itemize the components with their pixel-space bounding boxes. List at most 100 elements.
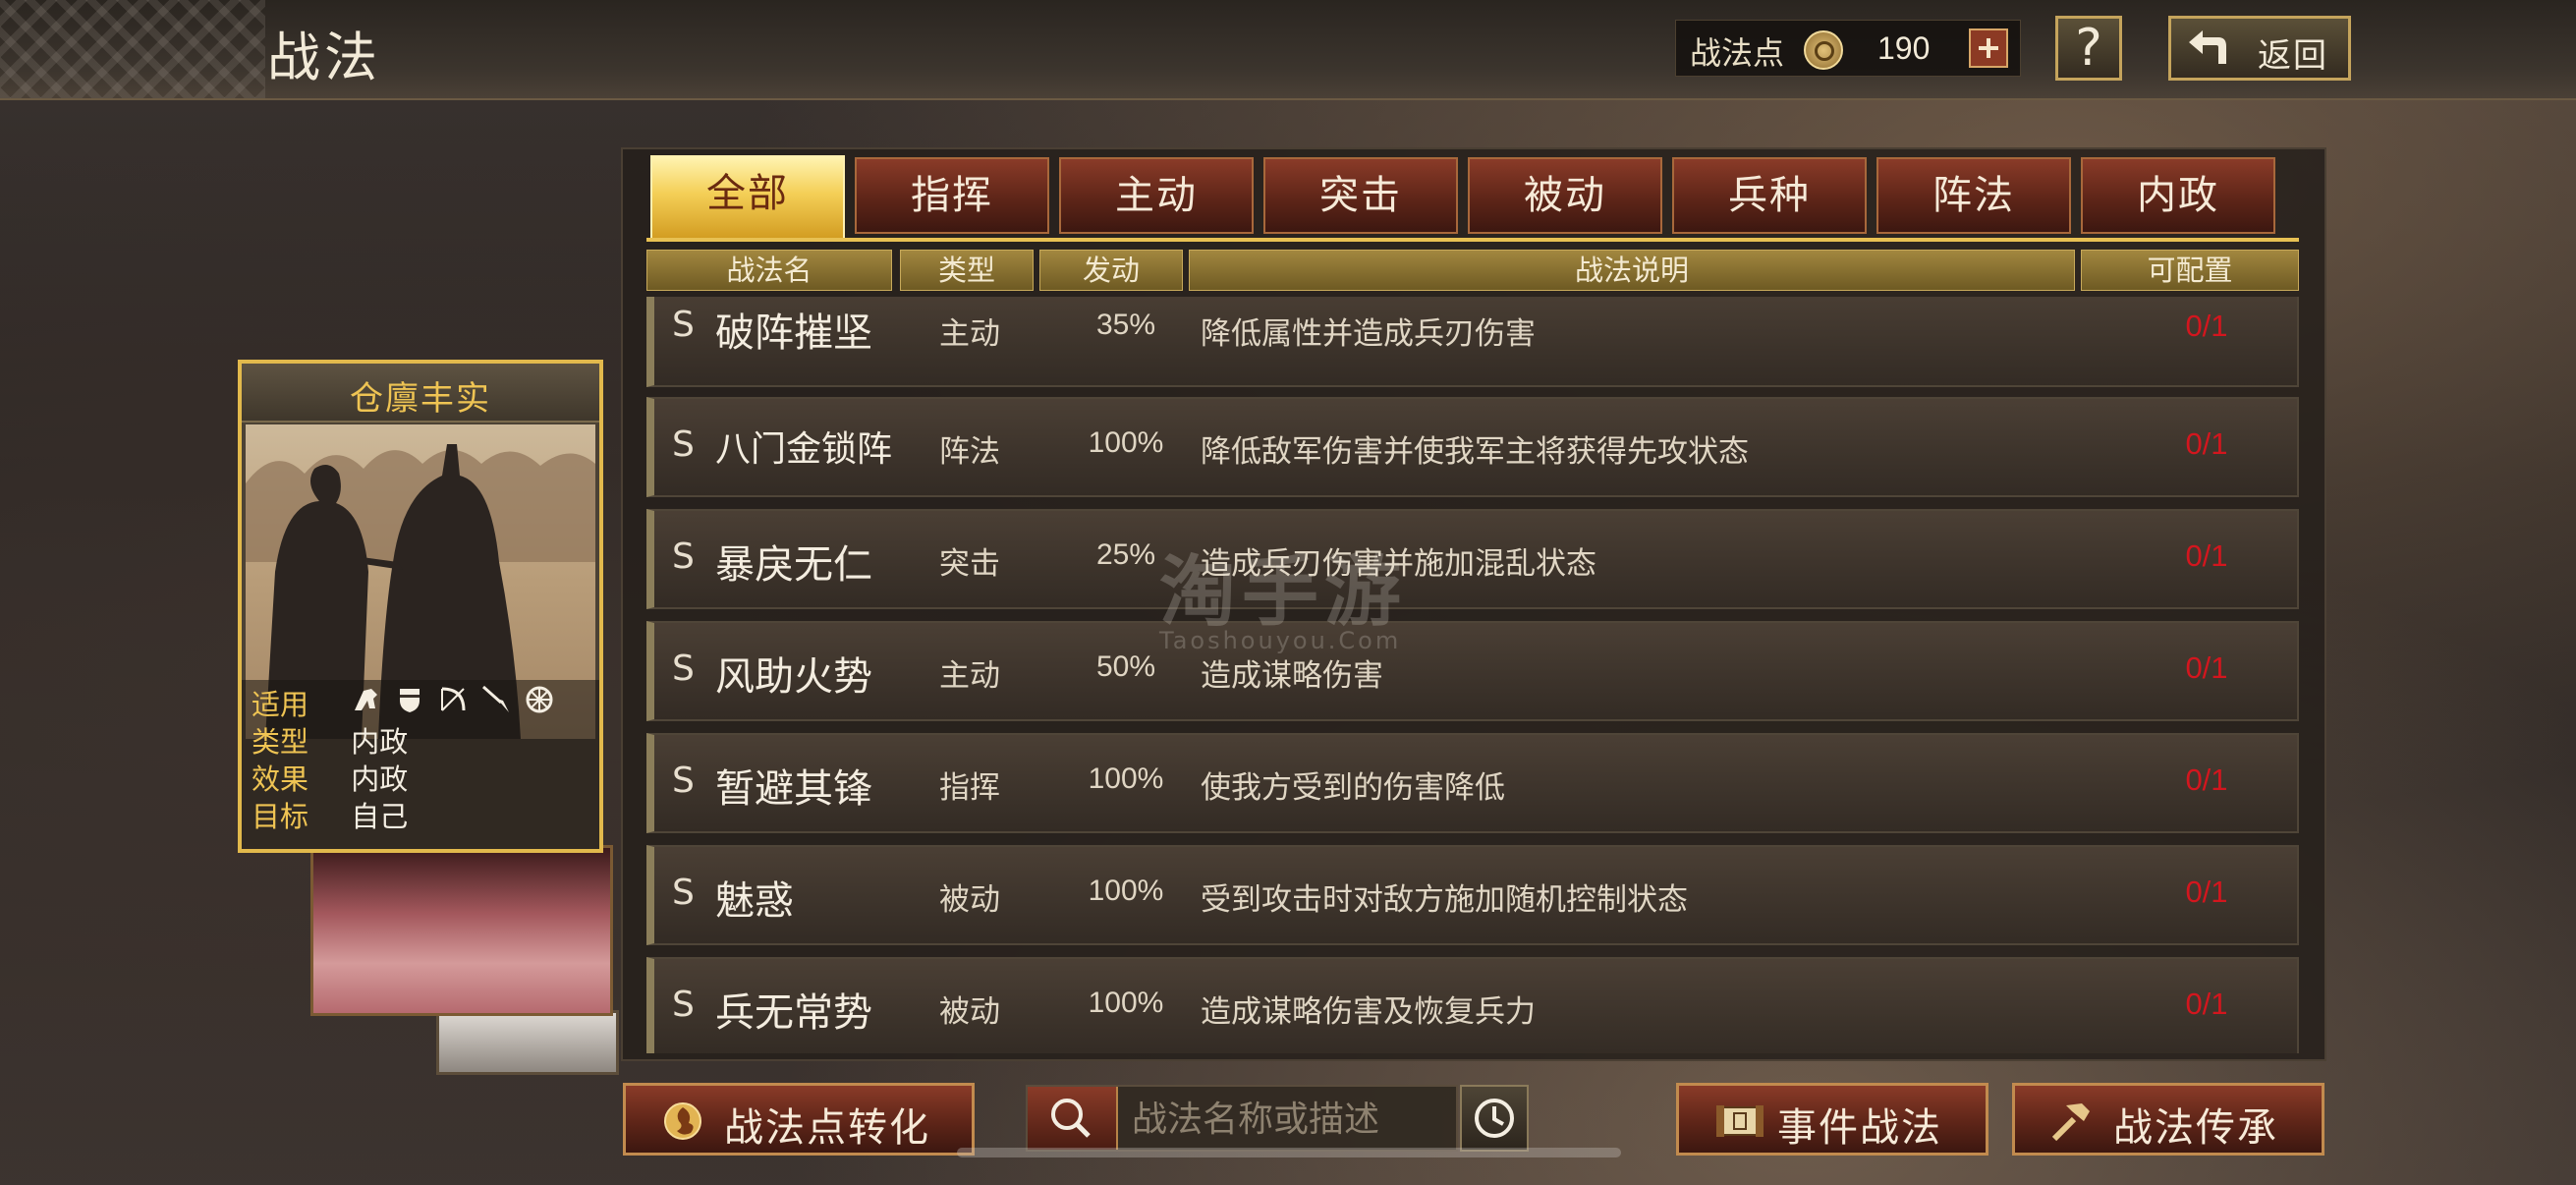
row-type: 被动 <box>939 882 1000 918</box>
coin-convert-icon <box>664 1102 701 1140</box>
row-configurable: 0/1 <box>2185 650 2228 685</box>
table-row[interactable]: S 破阵摧坚 主动 35% 降低属性并造成兵刃伤害 0/1 <box>646 297 2299 387</box>
row-name: 八门金锁阵 <box>715 429 893 470</box>
row-grade: S <box>672 305 695 345</box>
row-configurable: 0/1 <box>2185 762 2228 797</box>
row-configurable: 0/1 <box>2185 426 2228 461</box>
card-row-key: 类型 <box>252 725 309 759</box>
column-header-rate[interactable]: 发动 <box>1039 250 1183 291</box>
tactic-points-panel: 战法点 190 <box>1675 20 2021 77</box>
table-row[interactable]: S 兵无常势 被动 100% 造成谋略伤害及恢复兵力 0/1 <box>646 957 2299 1053</box>
card-row-value: 自己 <box>351 800 409 833</box>
row-rate: 100% <box>1088 987 1164 1019</box>
card-row-target: 目标 自己 <box>252 794 408 835</box>
history-button[interactable] <box>1460 1085 1529 1152</box>
row-rate: 35% <box>1095 309 1156 341</box>
table-row[interactable]: S 暂避其锋 指挥 100% 使我方受到的伤害降低 0/1 <box>646 733 2299 833</box>
row-description: 使我方受到的伤害降低 <box>1201 770 1505 806</box>
tab-formation[interactable]: 阵法 <box>1876 157 2071 234</box>
row-name: 魅惑 <box>715 878 794 924</box>
tactic-inheritance-label: 战法传承 <box>2113 1105 2278 1151</box>
row-name: 破阵摧坚 <box>715 310 872 356</box>
column-header-type[interactable]: 类型 <box>900 250 1034 291</box>
help-button[interactable]: ? <box>2055 16 2122 81</box>
search-box <box>1026 1085 1458 1152</box>
column-header-configurable[interactable]: 可配置 <box>2081 250 2299 291</box>
row-grade: S <box>672 985 695 1025</box>
row-type: 主动 <box>939 316 1000 352</box>
card-row-applicable: 适用 <box>252 682 553 723</box>
spear-icon <box>482 685 509 712</box>
watermark-text: 淘手游 <box>1159 548 1408 637</box>
card-stack-bottom[interactable] <box>436 1010 619 1075</box>
row-name: 风助火势 <box>715 654 872 700</box>
tab-active[interactable]: 主动 <box>1059 157 1254 234</box>
search-icon <box>1051 1099 1091 1138</box>
card-row-value: 内政 <box>351 762 409 796</box>
table-row[interactable]: S 风助火势 主动 50% 造成谋略伤害 0/1 <box>646 621 2299 721</box>
table-row[interactable]: S 魅惑 被动 100% 受到攻击时对敌方施加随机控制状态 0/1 <box>646 845 2299 945</box>
card-row-key: 适用 <box>252 688 309 721</box>
event-tactics-button[interactable]: 事件战法 <box>1676 1083 1988 1156</box>
header-pattern <box>0 0 265 98</box>
row-rate: 100% <box>1088 762 1164 795</box>
cavalry-icon <box>355 689 377 710</box>
row-grade: S <box>672 873 695 913</box>
row-description: 造成谋略伤害及恢复兵力 <box>1201 994 1536 1030</box>
convert-points-label: 战法点转化 <box>724 1105 930 1151</box>
row-name: 兵无常势 <box>715 990 872 1036</box>
tab-troop-type[interactable]: 兵种 <box>1672 157 1867 234</box>
row-configurable: 0/1 <box>2185 538 2228 573</box>
row-rate: 100% <box>1088 426 1164 459</box>
column-header-description: 战法说明 <box>1189 250 2075 291</box>
tab-command[interactable]: 指挥 <box>855 157 1049 234</box>
row-configurable: 0/1 <box>2185 309 2228 343</box>
search-input[interactable] <box>1130 1095 1448 1144</box>
row-type: 指挥 <box>939 770 1000 806</box>
back-arrow-icon <box>2189 30 2226 64</box>
row-type: 突击 <box>939 546 1000 582</box>
row-grade: S <box>672 424 695 465</box>
row-type: 被动 <box>939 994 1000 1030</box>
scroll-icon <box>1716 1105 1764 1137</box>
convert-points-button[interactable]: 战法点转化 <box>623 1083 975 1156</box>
table-row[interactable]: S 暴戾无仁 突击 25% 造成兵刃伤害并施加混乱状态 0/1 <box>646 509 2299 609</box>
row-type: 阵法 <box>939 434 1000 470</box>
tactics-list[interactable]: S 破阵摧坚 主动 35% 降低属性并造成兵刃伤害 0/1 S 八门金锁阵 阵法… <box>646 297 2299 1053</box>
tab-passive[interactable]: 被动 <box>1468 157 1662 234</box>
hammer-icon <box>2051 1103 2090 1142</box>
row-grade: S <box>672 536 695 577</box>
tab-all[interactable]: 全部 <box>650 155 845 240</box>
back-label: 返回 <box>2258 36 2328 76</box>
event-tactics-label: 事件战法 <box>1777 1105 1942 1151</box>
card-title-bar: 仓廪丰实 <box>242 364 599 423</box>
card-row-key: 效果 <box>252 762 309 796</box>
tactic-points-label: 战法点 <box>1690 34 1785 72</box>
tactic-points-value: 190 <box>1877 30 1931 66</box>
card-row-value: 内政 <box>351 725 409 759</box>
row-configurable: 0/1 <box>2185 875 2228 909</box>
selected-tactic-card[interactable]: 仓廪丰实 适用 类型 内政 效果 内政 目标 自己 <box>238 360 603 853</box>
card-row-effect: 效果 内政 <box>252 757 408 798</box>
back-button[interactable]: 返回 <box>2168 16 2351 81</box>
shield-icon <box>400 689 420 712</box>
card-info-panel: 适用 类型 内政 效果 内政 目标 自己 <box>242 680 599 849</box>
card-stack-middle[interactable] <box>310 845 613 1016</box>
tab-internal-affairs[interactable]: 内政 <box>2081 157 2275 234</box>
row-type: 主动 <box>939 658 1000 694</box>
row-description: 降低属性并造成兵刃伤害 <box>1201 316 1536 352</box>
tab-assault[interactable]: 突击 <box>1263 157 1458 234</box>
watermark: 淘手游 Taoshouyou.Com <box>1159 531 1407 654</box>
top-bar: 战法 战法点 190 ? 返回 <box>0 0 2576 100</box>
add-points-button[interactable] <box>1969 28 2008 68</box>
row-grade: S <box>672 649 695 689</box>
row-name: 暴戾无仁 <box>715 542 872 588</box>
home-indicator[interactable] <box>957 1148 1621 1157</box>
table-row[interactable]: S 八门金锁阵 阵法 100% 降低敌军伤害并使我军主将获得先攻状态 0/1 <box>646 397 2299 497</box>
search-button[interactable] <box>1028 1087 1118 1150</box>
card-title: 仓廪丰实 <box>350 379 491 419</box>
column-header-name[interactable]: 战法名 <box>646 250 892 291</box>
watermark-url: Taoshouyou.Com <box>1159 627 1402 654</box>
tactic-inheritance-button[interactable]: 战法传承 <box>2012 1083 2324 1156</box>
row-description: 受到攻击时对敌方施加随机控制状态 <box>1201 882 1688 918</box>
